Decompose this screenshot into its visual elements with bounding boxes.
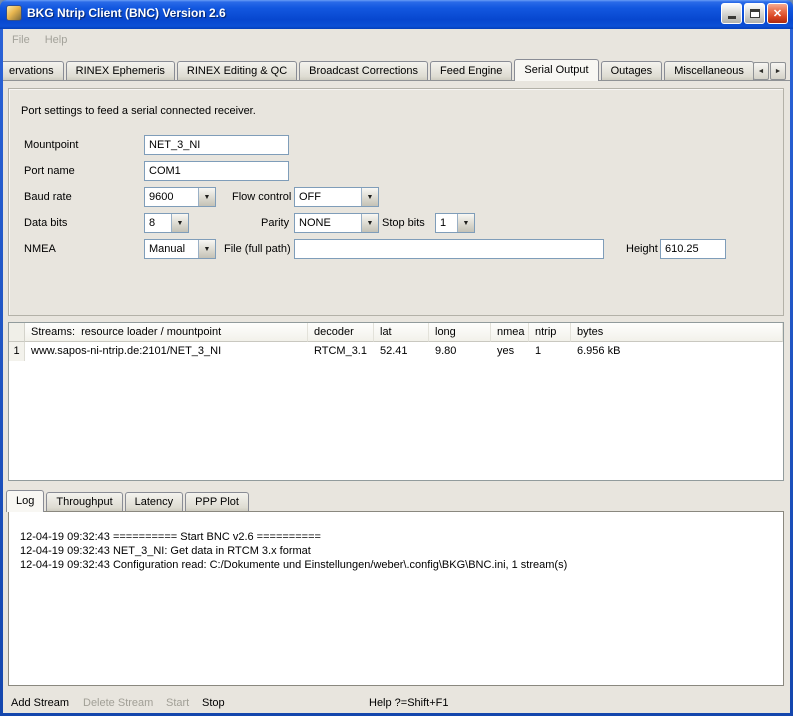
streams-table-header: Streams: resource loader / mountpoint de… xyxy=(9,323,783,342)
header-nmea: nmea xyxy=(491,323,529,342)
baud-rate-select[interactable]: 9600 ▼ xyxy=(144,187,216,207)
app-icon xyxy=(6,5,22,21)
tab-scroll-right-button[interactable]: ► xyxy=(770,62,786,80)
data-bits-select[interactable]: 8 ▼ xyxy=(144,213,189,233)
log-line: 12-04-19 09:32:43 Configuration read: C:… xyxy=(20,558,773,572)
baud-rate-label: Baud rate xyxy=(24,187,72,207)
minimize-icon xyxy=(728,16,736,19)
cell-bytes: 6.956 kB xyxy=(571,342,783,361)
window-title: BKG Ntrip Client (BNC) Version 2.6 xyxy=(27,6,716,20)
nmea-value: Manual xyxy=(145,240,198,258)
parity-label: Parity xyxy=(261,213,289,233)
tab-throughput[interactable]: Throughput xyxy=(46,492,122,511)
chevron-down-icon: ▼ xyxy=(198,188,215,206)
log-output: 12-04-19 09:32:43 ========== Start BNC v… xyxy=(8,511,784,686)
maximize-button[interactable] xyxy=(744,3,765,24)
streams-table: Streams: resource loader / mountpoint de… xyxy=(8,322,784,481)
cell-long: 9.80 xyxy=(429,342,491,361)
tab-feed-engine[interactable]: Feed Engine xyxy=(430,61,512,80)
baud-rate-value: 9600 xyxy=(145,188,198,206)
header-ntrip: ntrip xyxy=(529,323,571,342)
file-path-input[interactable] xyxy=(294,239,604,259)
tab-serial-output[interactable]: Serial Output xyxy=(514,59,598,81)
tab-ppp-plot[interactable]: PPP Plot xyxy=(185,492,249,511)
menu-help[interactable]: Help xyxy=(45,34,68,53)
start-button[interactable]: Start xyxy=(166,697,189,709)
parity-select[interactable]: NONE ▼ xyxy=(294,213,379,233)
nmea-label: NMEA xyxy=(24,239,56,259)
cell-mountpoint: www.sapos-ni-ntrip.de:2101/NET_3_NI xyxy=(25,342,308,361)
data-bits-value: 8 xyxy=(145,214,171,232)
header-mountpoint: Streams: resource loader / mountpoint xyxy=(25,323,308,342)
maximize-icon xyxy=(750,9,760,18)
tab-miscellaneous[interactable]: Miscellaneous xyxy=(664,61,754,80)
header-long: long xyxy=(429,323,491,342)
chevron-down-icon: ▼ xyxy=(361,188,378,206)
tab-rinex-ephemeris[interactable]: RINEX Ephemeris xyxy=(66,61,175,80)
title-bar: BKG Ntrip Client (BNC) Version 2.6 ✕ xyxy=(0,0,793,29)
header-lat: lat xyxy=(374,323,429,342)
close-button[interactable]: ✕ xyxy=(767,3,788,24)
arrow-right-icon: ► xyxy=(775,68,782,75)
delete-stream-button[interactable]: Delete Stream xyxy=(83,697,153,709)
main-tab-bar: ervations RINEX Ephemeris RINEX Editing … xyxy=(3,59,790,81)
tab-observations[interactable]: ervations xyxy=(3,61,64,80)
tab-scrollers: ◄ ► xyxy=(753,62,786,80)
height-input[interactable] xyxy=(660,239,726,259)
stop-bits-value: 1 xyxy=(436,214,457,232)
row-number: 1 xyxy=(9,342,25,361)
panel-description: Port settings to feed a serial connected… xyxy=(21,101,256,121)
cell-lat: 52.41 xyxy=(374,342,429,361)
flow-control-label: Flow control xyxy=(232,187,291,207)
data-bits-label: Data bits xyxy=(24,213,67,233)
cell-decoder: RTCM_3.1 xyxy=(308,342,374,361)
app-window: BKG Ntrip Client (BNC) Version 2.6 ✕ Fil… xyxy=(0,0,793,716)
header-bytes: bytes xyxy=(571,323,783,342)
file-path-label: File (full path) xyxy=(224,239,291,259)
stop-button[interactable]: Stop xyxy=(202,697,225,709)
flow-control-value: OFF xyxy=(295,188,361,206)
flow-control-select[interactable]: OFF ▼ xyxy=(294,187,379,207)
output-tab-bar: Log Throughput Latency PPP Plot xyxy=(6,490,251,511)
minimize-button[interactable] xyxy=(721,3,742,24)
tab-broadcast-corrections[interactable]: Broadcast Corrections xyxy=(299,61,428,80)
header-decoder: decoder xyxy=(308,323,374,342)
tab-log[interactable]: Log xyxy=(6,490,44,512)
menu-bar: File Help xyxy=(3,29,790,53)
chevron-down-icon: ▼ xyxy=(171,214,188,232)
window-controls: ✕ xyxy=(721,3,788,24)
height-label: Height xyxy=(626,239,658,259)
nmea-select[interactable]: Manual ▼ xyxy=(144,239,216,259)
chevron-down-icon: ▼ xyxy=(457,214,474,232)
port-name-label: Port name xyxy=(24,161,75,181)
cell-ntrip: 1 xyxy=(529,342,571,361)
header-gutter xyxy=(9,323,25,342)
tab-scroll-left-button[interactable]: ◄ xyxy=(753,62,769,80)
table-row[interactable]: 1 www.sapos-ni-ntrip.de:2101/NET_3_NI RT… xyxy=(9,342,783,361)
chevron-down-icon: ▼ xyxy=(198,240,215,258)
parity-value: NONE xyxy=(295,214,361,232)
cell-nmea: yes xyxy=(491,342,529,361)
chevron-down-icon: ▼ xyxy=(361,214,378,232)
log-line: 12-04-19 09:32:43 NET_3_NI: Get data in … xyxy=(20,544,773,558)
add-stream-button[interactable]: Add Stream xyxy=(11,697,69,709)
port-name-input[interactable] xyxy=(144,161,289,181)
close-icon: ✕ xyxy=(773,7,782,20)
help-shortcut-label: Help ?=Shift+F1 xyxy=(369,697,449,709)
client-area: File Help ervations RINEX Ephemeris RINE… xyxy=(3,29,790,713)
mountpoint-label: Mountpoint xyxy=(24,135,78,155)
tab-rinex-editing-qc[interactable]: RINEX Editing & QC xyxy=(177,61,297,80)
stop-bits-select[interactable]: 1 ▼ xyxy=(435,213,475,233)
serial-output-panel: Port settings to feed a serial connected… xyxy=(8,88,784,316)
menu-file[interactable]: File xyxy=(12,34,30,53)
mountpoint-input[interactable] xyxy=(144,135,289,155)
tab-latency[interactable]: Latency xyxy=(125,492,184,511)
log-line: 12-04-19 09:32:43 ========== Start BNC v… xyxy=(20,530,773,544)
arrow-left-icon: ◄ xyxy=(758,68,765,75)
tab-outages[interactable]: Outages xyxy=(601,61,663,80)
stop-bits-label: Stop bits xyxy=(382,213,425,233)
